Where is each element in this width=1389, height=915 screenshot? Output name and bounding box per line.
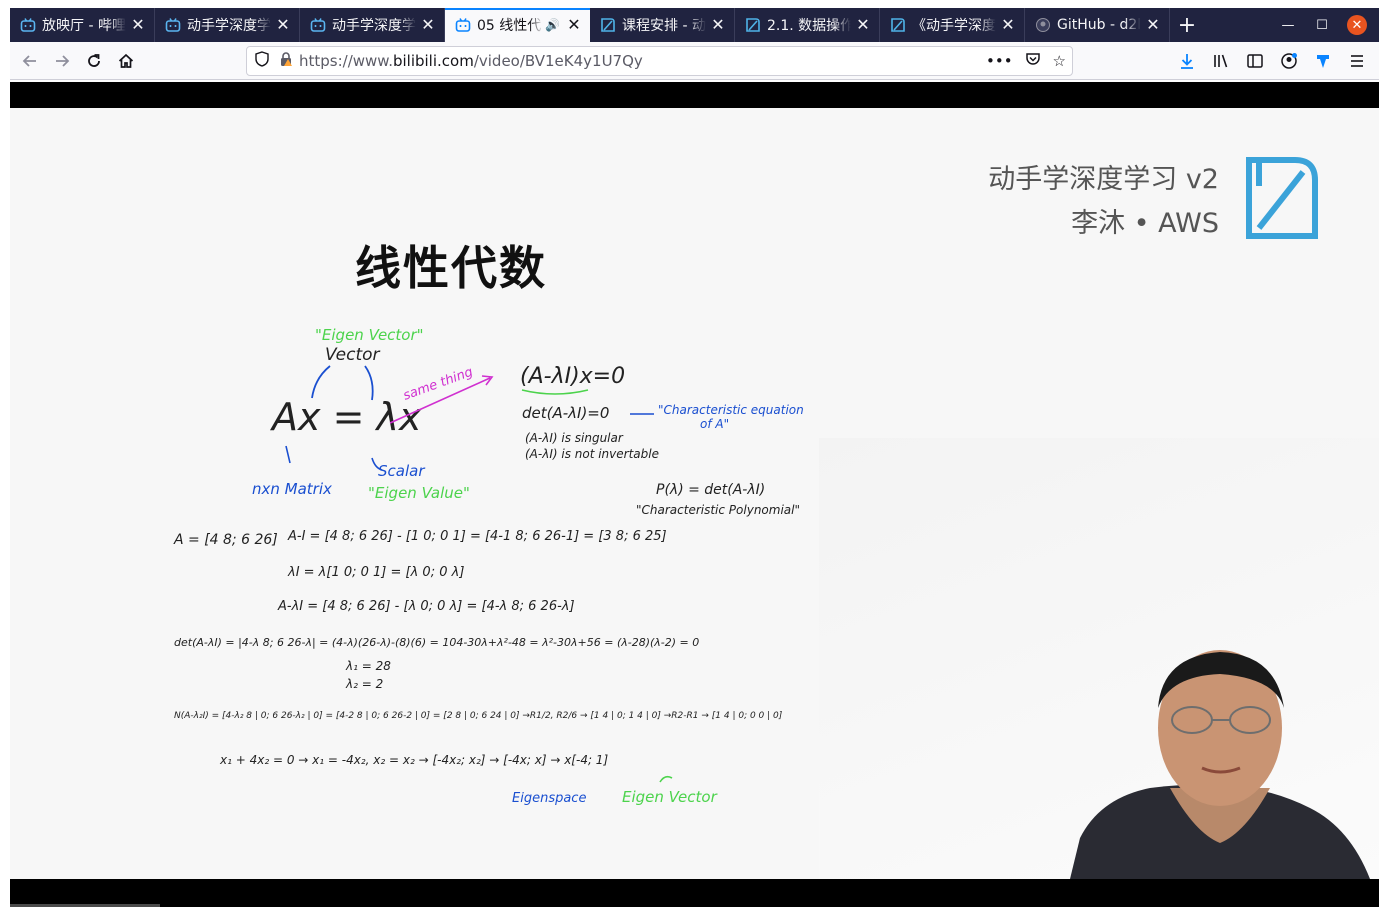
tab-1[interactable]: 放映厅 - 哔哩 ✕: [10, 8, 155, 42]
page-actions-icon[interactable]: •••: [986, 52, 1013, 70]
tab-title: 课程安排 - 动: [622, 18, 706, 34]
lecture-slide: 动手学深度学习 v2 李沐 • AWS 线性代数 "Eigen Vector" …: [10, 108, 1379, 879]
d2l-icon: [890, 17, 906, 33]
library-icon[interactable]: [1207, 45, 1235, 77]
det-eq: det(A-λI)=0: [522, 404, 609, 422]
eigenspace-label: Eigenspace: [512, 791, 586, 806]
bilibili-icon: [310, 17, 326, 33]
video-letterbox-bottom: [10, 879, 1379, 907]
tab-title: 2.1. 数据操作: [767, 18, 851, 34]
bilibili-icon: [20, 17, 36, 33]
row-lambda-i: λI = λ[1 0; 0 1] = [λ 0; 0 λ]: [287, 565, 464, 580]
tab-7[interactable]: 《动手学深度 ✕: [880, 8, 1025, 42]
eigen-vector-bottom-label: Eigen Vector: [622, 788, 718, 806]
window-close-button[interactable]: ✕: [1347, 15, 1367, 35]
char-eq-top: (A-λI)x=0: [520, 364, 625, 389]
video-player[interactable]: 动手学深度学习 v2 李沐 • AWS 线性代数 "Eigen Vector" …: [10, 82, 1379, 907]
speaker-icon[interactable]: 🔊: [545, 18, 560, 32]
tab-title: 动手学深度学: [187, 18, 271, 34]
video-progress-bar[interactable]: [10, 904, 160, 907]
tab-6[interactable]: 2.1. 数据操作 ✕: [735, 8, 880, 42]
close-icon[interactable]: ✕: [1145, 17, 1161, 33]
back-arrow-icon[interactable]: [14, 45, 46, 77]
home-icon[interactable]: [110, 45, 142, 77]
not-invertable-note: (A-λI) is not invertable: [525, 447, 659, 461]
github-icon: [1035, 17, 1051, 33]
tab-title: 05 线性代: [477, 18, 542, 34]
download-icon[interactable]: [1173, 45, 1201, 77]
close-icon[interactable]: ✕: [130, 17, 146, 33]
new-tab-button[interactable]: +: [1170, 8, 1204, 42]
slide-brand: 动手学深度学习 v2 李沐 • AWS: [988, 158, 1219, 246]
lambda-2: λ₂ = 2: [345, 677, 383, 691]
forward-arrow-icon[interactable]: [46, 45, 78, 77]
bookmark-star-icon[interactable]: ☆: [1053, 52, 1066, 70]
vector-label: Vector: [325, 345, 381, 365]
account-icon[interactable]: [1275, 45, 1303, 77]
d2l-icon: [600, 17, 616, 33]
char-eq-label2: of A": [700, 417, 729, 431]
row-a-minus-lambda-i: A-λI = [4 8; 6 26] - [λ 0; 0 λ] = [4-λ 8…: [277, 599, 575, 614]
main-equation: Ax = λx: [269, 395, 422, 439]
pocket-icon[interactable]: [1025, 51, 1041, 71]
char-eq-label: "Characteristic equation: [658, 403, 804, 417]
tab-3[interactable]: 动手学深度学 ✕: [300, 8, 445, 42]
close-icon[interactable]: ✕: [566, 17, 582, 33]
navigation-toolbar: https://www. bilibili.com/video/BV1eK4y1U…: [10, 42, 1379, 80]
tab-5[interactable]: 课程安排 - 动 ✕: [590, 8, 735, 42]
sidebar-icon[interactable]: [1241, 45, 1269, 77]
close-icon[interactable]: ✕: [420, 17, 436, 33]
tab-4-active[interactable]: 05 线性代 🔊 ✕: [445, 8, 590, 42]
d2l-logo: [1245, 156, 1319, 240]
row-a-minus-i: A-I = [4 8; 6 26] - [1 0; 0 1] = [4-1 8;…: [287, 529, 667, 544]
reload-icon[interactable]: [78, 45, 110, 77]
close-icon[interactable]: ✕: [1000, 17, 1016, 33]
close-icon[interactable]: ✕: [855, 17, 871, 33]
eigen-vector-label: "Eigen Vector": [315, 326, 424, 344]
nxn-matrix-label: nxn Matrix: [252, 480, 332, 498]
tab-title: GitHub - d2l-: [1057, 17, 1141, 33]
d2l-icon: [745, 17, 761, 33]
bilibili-icon: [165, 17, 181, 33]
lock-warning-icon[interactable]: [279, 51, 293, 71]
row-a: A = [4 8; 6 26]: [173, 532, 278, 548]
char-poly-label: "Characteristic Polynomial": [636, 503, 800, 517]
url-host: bilibili.com: [392, 52, 474, 70]
shield-icon[interactable]: [255, 51, 269, 71]
same-thing-label: same thing: [401, 365, 475, 404]
row-solution: x₁ + 4x₂ = 0 → x₁ = -4x₂, x₂ = x₂ → [-4x…: [219, 753, 608, 767]
tab-2[interactable]: 动手学深度学 ✕: [155, 8, 300, 42]
extension-icon[interactable]: [1309, 45, 1337, 77]
instructor-line: 李沐 • AWS: [1071, 208, 1219, 239]
presenter-video: [1070, 638, 1379, 879]
handwritten-notes: "Eigen Vector" Vector Ax = λx same thing…: [160, 318, 810, 818]
lambda-1: λ₁ = 28: [345, 659, 391, 673]
tab-title: 动手学深度学: [332, 18, 416, 34]
minimize-button[interactable]: —: [1271, 8, 1305, 42]
course-title: 动手学深度学习 v2: [988, 164, 1219, 195]
tab-strip: 放映厅 - 哔哩 ✕ 动手学深度学 ✕ 动手学深度学 ✕ 05 线性代 🔊 ✕ …: [10, 8, 1379, 42]
row-null-space: N(A-λ₂I) = [4-λ₂ 8 | 0; 6 26-λ₂ | 0] = […: [174, 711, 783, 721]
menu-icon[interactable]: [1343, 45, 1371, 77]
row-det: det(A-λI) = |4-λ 8; 6 26-λ| = (4-λ)(26-λ…: [174, 636, 699, 649]
scalar-label: Scalar: [378, 462, 425, 480]
url-bar[interactable]: https://www. bilibili.com/video/BV1eK4y1U…: [246, 46, 1073, 76]
eigen-value-label: "Eigen Value": [368, 484, 470, 502]
tab-title: 放映厅 - 哔哩: [42, 18, 126, 34]
slide-title: 线性代数: [355, 241, 547, 295]
bilibili-icon: [455, 17, 471, 33]
video-letterbox-top: [10, 82, 1379, 108]
close-icon[interactable]: ✕: [710, 17, 726, 33]
tab-8[interactable]: GitHub - d2l- ✕: [1025, 8, 1170, 42]
p-lambda: P(λ) = det(A-λI): [656, 482, 765, 498]
maximize-button[interactable]: ☐: [1305, 8, 1339, 42]
url-path: /video/BV1eK4y1U7Qy: [473, 52, 643, 70]
singular-note: (A-λI) is singular: [525, 431, 624, 445]
tab-title: 《动手学深度: [912, 18, 996, 34]
close-icon[interactable]: ✕: [275, 17, 291, 33]
url-prefix: https://www.: [299, 52, 393, 70]
